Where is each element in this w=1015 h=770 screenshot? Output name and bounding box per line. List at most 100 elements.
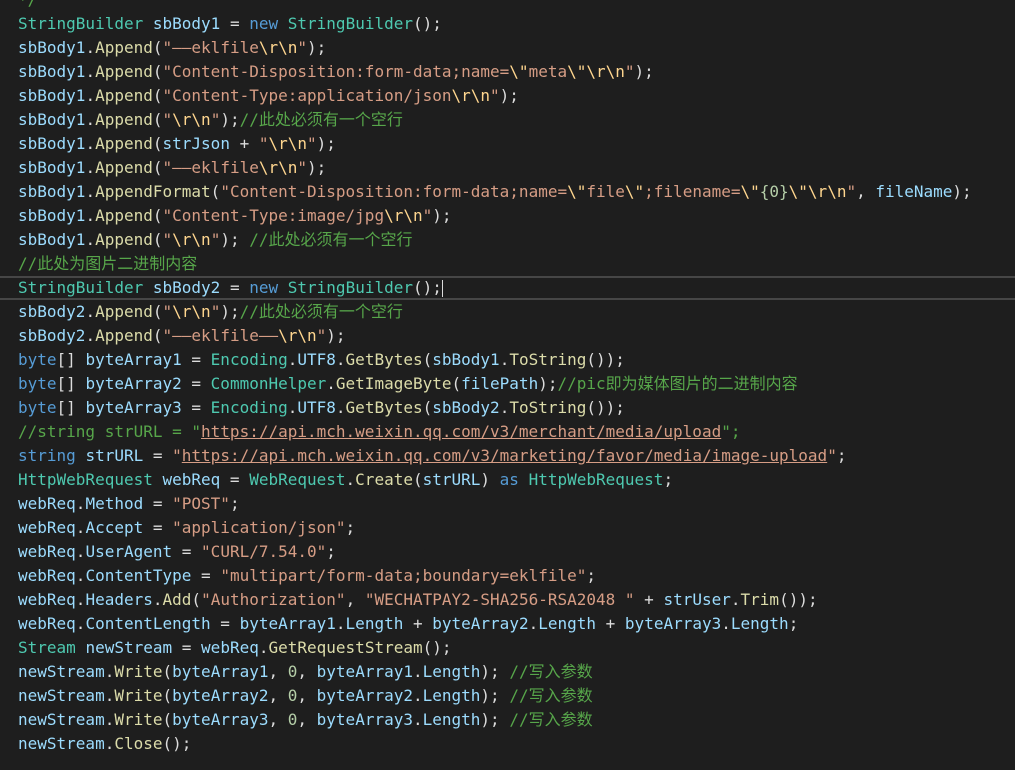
string-literal: ": [210, 230, 221, 249]
identifier-token: sbBody2: [18, 302, 86, 321]
method-name: Write: [114, 662, 163, 681]
code-line[interactable]: HttpWebRequest webReq = WebRequest.Creat…: [18, 468, 1015, 492]
code-text: =: [181, 350, 211, 369]
identifier-token: ContentLength: [85, 614, 211, 633]
string-literal: "Authorization": [201, 590, 346, 609]
string-literal: "WECHATPAY2-SHA256-RSA2048 ": [364, 590, 635, 609]
string-literal: ": [827, 446, 837, 465]
code-text: (: [162, 710, 173, 729]
code-text: .: [412, 710, 423, 729]
code-line[interactable]: byte[] byteArray2 = CommonHelper.GetImag…: [18, 372, 1015, 396]
code-line[interactable]: sbBody1.AppendFormat("Content-Dispositio…: [18, 180, 1015, 204]
string-literal: file: [586, 182, 625, 201]
string-literal: ": [210, 302, 221, 321]
code-text: =: [191, 566, 221, 585]
code-line[interactable]: sbBody1.Append(strJson + "\r\n");: [18, 132, 1015, 156]
code-line[interactable]: sbBody1.Append("——eklfile\r\n");: [18, 36, 1015, 60]
code-text: .: [412, 686, 423, 705]
code-line[interactable]: newStream.Write(byteArray3, 0, byteArray…: [18, 708, 1015, 732]
string-literal: ": [624, 62, 635, 81]
code-line[interactable]: sbBody1.Append("\r\n");//此处必须有一个空行: [18, 108, 1015, 132]
current-code-line[interactable]: StringBuilder sbBody2 = new StringBuilde…: [0, 276, 1015, 300]
code-line[interactable]: StringBuilder sbBody1 = new StringBuilde…: [18, 12, 1015, 36]
code-line[interactable]: byte[] byteArray3 = Encoding.UTF8.GetByt…: [18, 396, 1015, 420]
code-text: []: [56, 350, 86, 369]
code-text: +: [596, 614, 625, 633]
url-link[interactable]: https://api.mch.weixin.qq.com/v3/marketi…: [182, 446, 827, 465]
code-line[interactable]: byte[] byteArray1 = Encoding.UTF8.GetByt…: [18, 348, 1015, 372]
identifier-token: webReq: [18, 542, 76, 561]
identifier-token: newStream: [18, 662, 105, 681]
code-line[interactable]: newStream.Close();: [18, 732, 1015, 756]
code-line[interactable]: webReq.UserAgent = "CURL/7.54.0";: [18, 540, 1015, 564]
code-line[interactable]: newStream.Write(byteArray1, 0, byteArray…: [18, 660, 1015, 684]
code-line[interactable]: sbBody1.Append("Content-Type:application…: [18, 84, 1015, 108]
code-line[interactable]: Stream newStream = webReq.GetRequestStre…: [18, 636, 1015, 660]
code-line[interactable]: webReq.Headers.Add("Authorization", "WEC…: [18, 588, 1015, 612]
code-text: ;: [586, 566, 596, 585]
code-text: ;: [345, 518, 356, 537]
code-line[interactable]: webReq.ContentLength = byteArray1.Length…: [18, 612, 1015, 636]
escape-sequence: \": [567, 182, 587, 201]
code-line[interactable]: webReq.Method = "POST";: [18, 492, 1015, 516]
code-line[interactable]: sbBody1.Append("Content-Disposition:form…: [18, 60, 1015, 84]
code-text: ,: [856, 182, 876, 201]
identifier-token: Length: [345, 614, 404, 633]
code-text: .: [85, 62, 96, 81]
code-text: (: [152, 302, 163, 321]
code-line[interactable]: webReq.Accept = "application/json";: [18, 516, 1015, 540]
code-text: (: [152, 38, 163, 57]
identifier-token: UserAgent: [85, 542, 173, 561]
string-literal: "——eklfile: [162, 38, 259, 57]
code-text: (: [162, 662, 173, 681]
identifier-token: Length: [422, 686, 481, 705]
code-text: =: [210, 614, 240, 633]
code-line[interactable]: */: [18, 0, 1015, 12]
identifier-token: Method: [85, 494, 144, 513]
code-editor[interactable]: */ StringBuilder sbBody1 = new StringBuil…: [0, 0, 1015, 770]
code-line[interactable]: //此处为图片二进制内容: [18, 252, 1015, 276]
code-text: ;: [836, 446, 847, 465]
code-line[interactable]: webReq.ContentType = "multipart/form-dat…: [18, 564, 1015, 588]
identifier-token: sbBody1: [18, 62, 86, 81]
identifier-token: byteArray3: [172, 710, 269, 729]
identifier-token: byteArray2: [316, 686, 413, 705]
code-text: );: [307, 38, 327, 57]
code-text: ,: [297, 662, 317, 681]
identifier-token: byteArray1: [239, 614, 336, 633]
code-text: ,: [345, 590, 365, 609]
method-name: GetBytes: [345, 350, 423, 369]
identifier-token: webReq: [162, 470, 221, 489]
string-literal: ": [297, 38, 308, 57]
string-literal: ": [162, 230, 173, 249]
code-line[interactable]: string strURL = "https://api.mch.weixin.…: [18, 444, 1015, 468]
method-name: Trim: [740, 590, 780, 609]
code-line[interactable]: //string strURL = "https://api.mch.weixi…: [18, 420, 1015, 444]
string-literal: "CURL/7.54.0": [201, 542, 327, 561]
url-link[interactable]: https://api.mch.weixin.qq.com/v3/merchan…: [201, 422, 721, 441]
code-line[interactable]: sbBody2.Append("\r\n");//此处必须有一个空行: [18, 300, 1015, 324]
method-name: Append: [95, 86, 153, 105]
string-literal: "POST": [172, 494, 230, 513]
string-literal: ": [490, 86, 500, 105]
code-line[interactable]: sbBody1.Append("——eklfile\r\n");: [18, 156, 1015, 180]
code-text: .: [85, 86, 96, 105]
code-text: (: [210, 182, 221, 201]
code-text: (: [152, 134, 163, 153]
method-name: Close: [114, 734, 163, 753]
code-text: (: [152, 230, 163, 249]
code-text: );: [316, 134, 336, 153]
code-text: ,: [268, 662, 288, 681]
code-text: (: [152, 206, 163, 225]
code-line[interactable]: sbBody2.Append("——eklfile——\r\n");: [18, 324, 1015, 348]
code-line[interactable]: sbBody1.Append("Content-Type:image/jpg\r…: [18, 204, 1015, 228]
code-line[interactable]: sbBody1.Append("\r\n"); //此处必须有一个空行: [18, 228, 1015, 252]
identifier-token: Accept: [85, 518, 144, 537]
code-lines[interactable]: */ StringBuilder sbBody1 = new StringBuil…: [0, 0, 1015, 756]
code-text: .: [528, 614, 539, 633]
code-text: =: [143, 518, 173, 537]
code-text: .: [721, 614, 731, 633]
code-text: );: [220, 302, 240, 321]
code-line[interactable]: newStream.Write(byteArray2, 0, byteArray…: [18, 684, 1015, 708]
